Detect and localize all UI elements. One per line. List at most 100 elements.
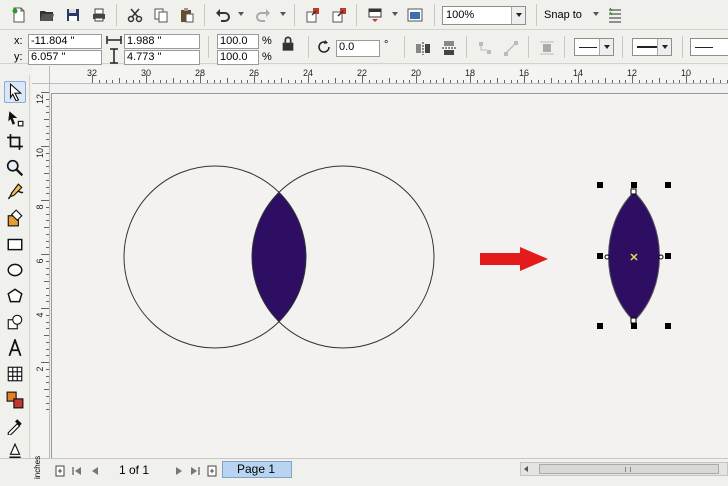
redo-dropdown-icon[interactable]	[280, 12, 286, 16]
v-ruler-tick	[46, 105, 49, 107]
polygon-tool-icon[interactable]	[4, 285, 26, 307]
first-page-icon[interactable]	[70, 464, 84, 478]
node-edit-icon[interactable]	[500, 37, 522, 59]
node-left[interactable]	[604, 254, 610, 260]
undo-dropdown-icon[interactable]	[238, 12, 244, 16]
welcome-screen-icon[interactable]	[404, 4, 426, 26]
h-ruler-tick	[247, 80, 249, 83]
pick-tool-icon[interactable]	[4, 81, 26, 103]
h-ruler-tick	[645, 80, 647, 83]
smart-fill-tool-icon[interactable]	[4, 207, 26, 229]
lock-ratio-icon[interactable]	[280, 36, 296, 52]
horizontal-scrollbar[interactable]	[520, 462, 728, 476]
end-arrowhead-select[interactable]	[690, 38, 728, 56]
mirror-horizontal-icon[interactable]	[412, 37, 434, 59]
y-position-field[interactable]: 6.057 "	[28, 50, 102, 65]
zoom-dropdown-icon[interactable]	[511, 7, 525, 24]
h-ruler-tick	[173, 78, 174, 83]
undo-icon[interactable]	[212, 4, 234, 26]
vertical-ruler[interactable]: 12 10 8 6 4 2	[32, 84, 50, 458]
handle-middle-right[interactable]	[665, 253, 671, 259]
snap-to-button[interactable]: Snap to	[544, 9, 582, 21]
paste-icon[interactable]	[176, 4, 198, 26]
cut-icon[interactable]	[124, 4, 146, 26]
height-icon	[105, 48, 123, 64]
wrap-text-icon[interactable]	[536, 37, 558, 59]
v-ruler-label: 2	[35, 366, 45, 372]
zoom-level-value: 100%	[446, 9, 475, 21]
zoom-level-select[interactable]: 100%	[442, 6, 526, 25]
h-ruler-tick	[443, 78, 444, 83]
new-document-icon[interactable]	[8, 4, 30, 26]
open-folder-icon[interactable]	[36, 4, 58, 26]
object-height-field[interactable]: 4.773 "	[124, 50, 200, 65]
h-ruler-tick	[706, 80, 708, 83]
copy-icon[interactable]	[150, 4, 172, 26]
interactive-fill-tool-icon[interactable]	[4, 389, 26, 411]
options-icon[interactable]	[604, 4, 626, 26]
freehand-tool-icon[interactable]	[4, 181, 26, 203]
degree-symbol: °	[384, 39, 389, 51]
horizontal-ruler[interactable]: 32 30 28 26 24 22 20 18 16 14 12 10	[50, 66, 728, 84]
h-ruler-tick	[652, 80, 654, 83]
h-ruler-tick	[611, 80, 613, 83]
mirror-vertical-icon[interactable]	[438, 37, 460, 59]
horizontal-scroll-thumb[interactable]	[539, 464, 719, 474]
node-top[interactable]	[630, 188, 637, 195]
rotation-angle-field[interactable]: 0.0	[336, 40, 380, 57]
start-arrowhead-dropdown-icon[interactable]	[599, 39, 613, 55]
print-icon[interactable]	[88, 4, 110, 26]
node-right[interactable]	[658, 254, 664, 260]
ruler-origin[interactable]	[32, 66, 50, 84]
drawing-canvas[interactable]	[51, 85, 728, 458]
previous-page-icon[interactable]	[88, 464, 102, 478]
node-bottom[interactable]	[630, 317, 637, 324]
export-icon[interactable]	[328, 4, 350, 26]
object-width-field[interactable]: 1.988 "	[124, 34, 200, 49]
start-arrowhead-select[interactable]	[574, 38, 614, 56]
h-ruler-tick	[571, 80, 573, 83]
handle-top-left[interactable]	[597, 182, 603, 188]
handle-bottom-left[interactable]	[597, 323, 603, 329]
basic-shapes-tool-icon[interactable]	[4, 311, 26, 333]
eyedropper-tool-icon[interactable]	[4, 415, 26, 437]
v-ruler-tick	[46, 328, 49, 330]
h-ruler-tick	[409, 80, 411, 83]
handle-middle-left[interactable]	[597, 253, 603, 259]
handle-bottom-right[interactable]	[665, 323, 671, 329]
v-ruler-label: 8	[35, 204, 45, 210]
ellipse-tool-icon[interactable]	[4, 259, 26, 281]
rectangle-tool-icon[interactable]	[4, 233, 26, 255]
crop-tool-icon[interactable]	[4, 131, 26, 153]
launcher-dropdown-icon[interactable]	[392, 12, 398, 16]
add-page-after-icon[interactable]	[205, 464, 219, 478]
convert-to-curves-icon[interactable]	[474, 37, 496, 59]
v-ruler-tick	[44, 281, 49, 282]
snap-dropdown-icon[interactable]	[593, 12, 599, 16]
save-icon[interactable]	[62, 4, 84, 26]
v-ruler-tick	[46, 375, 49, 377]
add-page-before-icon[interactable]	[53, 464, 67, 478]
table-tool-icon[interactable]	[4, 363, 26, 385]
v-ruler-tick	[46, 166, 49, 168]
scale-x-field[interactable]: 100.0	[217, 34, 259, 49]
outline-width-dropdown-icon[interactable]	[657, 39, 671, 55]
x-position-field[interactable]: -11.804 "	[28, 34, 102, 49]
import-icon[interactable]	[302, 4, 324, 26]
handle-top-right[interactable]	[665, 182, 671, 188]
handle-bottom-middle[interactable]	[631, 323, 637, 329]
redo-icon[interactable]	[252, 4, 274, 26]
shape-tool-icon[interactable]	[4, 107, 26, 129]
last-page-icon[interactable]	[188, 464, 202, 478]
h-ruler-tick	[713, 78, 714, 83]
application-launcher-icon[interactable]	[364, 4, 386, 26]
outline-width-select[interactable]	[632, 38, 672, 56]
page-1-tab[interactable]: Page 1	[222, 461, 292, 478]
next-page-icon[interactable]	[172, 464, 186, 478]
scale-y-field[interactable]: 100.0	[217, 50, 259, 65]
text-tool-icon[interactable]	[4, 337, 26, 359]
red-arrow-shape	[480, 247, 548, 271]
handle-top-middle[interactable]	[631, 182, 637, 188]
zoom-tool-icon[interactable]	[4, 157, 26, 179]
scroll-left-icon[interactable]	[524, 466, 528, 472]
